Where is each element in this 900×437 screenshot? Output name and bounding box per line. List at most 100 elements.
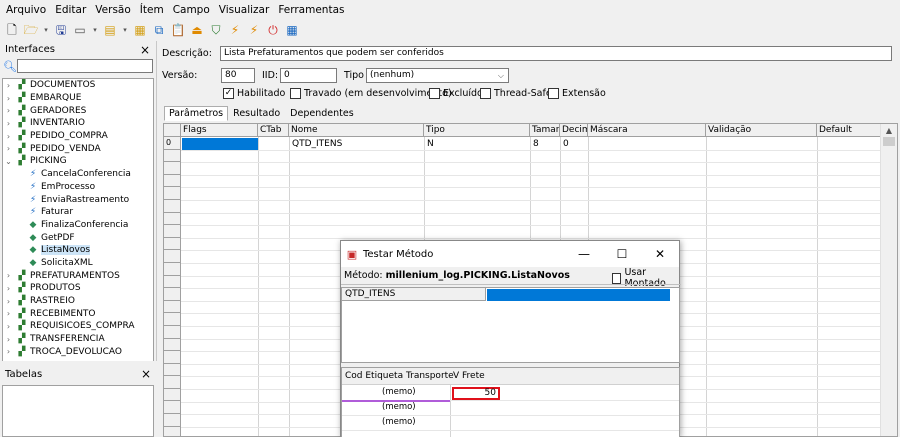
col-v-frete[interactable]: V Frete — [453, 371, 485, 381]
row-header[interactable] — [164, 351, 180, 364]
chevron-right-icon[interactable]: › — [3, 271, 14, 280]
tree-item[interactable]: › ▞ PRODUTOS — [3, 282, 153, 295]
thread-safe-checkbox[interactable]: Thread-Safe — [480, 88, 552, 99]
menu-campo[interactable]: Campo — [173, 4, 210, 16]
row-header[interactable] — [164, 326, 180, 339]
screen-icon[interactable]: ▭ — [72, 22, 88, 38]
open-item2-icon[interactable]: ▦ — [132, 22, 148, 38]
tree-item[interactable]: ◆ ListaNovos — [3, 244, 153, 257]
open-item-icon[interactable]: ▤ — [102, 22, 118, 38]
dropdown-icon[interactable]: ▾ — [42, 22, 50, 38]
tree-item[interactable]: › ▞ RASTREIO — [3, 295, 153, 308]
row-header[interactable] — [164, 263, 180, 276]
col-tipo[interactable]: Tipo — [424, 124, 530, 137]
col-decimal[interactable]: Decima — [560, 124, 588, 137]
row-header[interactable] — [164, 150, 180, 163]
row-header[interactable] — [164, 339, 180, 352]
row-header[interactable] — [164, 288, 180, 301]
row-header[interactable] — [164, 200, 180, 213]
tree-item[interactable]: › ▞ PEDIDO_VENDA — [3, 142, 153, 155]
search-icon[interactable]: 🔍︎ — [3, 59, 17, 73]
row-header[interactable] — [164, 414, 180, 427]
row-header[interactable] — [164, 238, 180, 251]
test2-icon[interactable]: ⚡ — [246, 22, 262, 38]
scroll-up-icon[interactable]: ▲ — [881, 124, 897, 137]
chevron-right-icon[interactable]: › — [3, 335, 14, 344]
tab-parametros[interactable]: Parâmetros — [164, 106, 229, 121]
cell-tamanho[interactable]: 8 — [531, 138, 539, 150]
tree-item[interactable]: ⌄ ▞ PICKING — [3, 155, 153, 168]
row-header[interactable] — [164, 175, 180, 188]
dialog-param-grid[interactable]: QTD_ITENS — [341, 287, 680, 363]
col-nome[interactable]: Nome — [289, 124, 424, 137]
col-ctab[interactable]: CTab — [258, 124, 289, 137]
cell-decimal[interactable]: 0 — [561, 138, 569, 150]
cell-cod-etiqueta[interactable]: (memo) — [382, 400, 416, 415]
cell-flags[interactable] — [182, 138, 258, 150]
menu-ferramentas[interactable]: Ferramentas — [278, 4, 344, 16]
stop-icon[interactable]: ⏻ — [265, 22, 281, 38]
row-header[interactable] — [164, 213, 180, 226]
chevron-right-icon[interactable]: › — [3, 322, 14, 331]
tree-item[interactable]: ⚡ EmProcesso — [3, 181, 153, 194]
menu-visualizar[interactable]: Visualizar — [219, 4, 270, 16]
test-icon[interactable]: ⚡ — [227, 22, 243, 38]
tree-item[interactable]: › ▞ DOCUMENTOS — [3, 79, 153, 92]
row-header[interactable] — [164, 225, 180, 238]
cell-cod-etiqueta[interactable]: (memo) — [382, 385, 416, 400]
interfaces-search-input[interactable] — [17, 59, 153, 73]
maximize-icon[interactable]: ☐ — [603, 241, 641, 267]
paste-icon[interactable]: 📋 — [170, 22, 186, 38]
dialog-result-grid[interactable]: Cod Etiqueta Transporte V Frete (memo) 5… — [341, 367, 680, 437]
row-header[interactable] — [164, 301, 180, 314]
chevron-right-icon[interactable]: › — [3, 94, 14, 103]
close-icon[interactable]: × — [140, 43, 150, 57]
menu-editar[interactable]: Editar — [55, 4, 86, 16]
close-icon[interactable]: × — [141, 367, 151, 381]
cell-v-frete-editing[interactable]: 50 — [452, 387, 500, 400]
dialog-titlebar[interactable]: ▣ Testar Método — ☐ ✕ — [341, 241, 679, 267]
chevron-right-icon[interactable]: › — [3, 106, 14, 115]
tab-dependentes[interactable]: Dependentes — [285, 106, 358, 121]
chevron-right-icon[interactable]: › — [3, 119, 14, 128]
row-header[interactable] — [164, 376, 180, 389]
new-file-icon[interactable]: 🗋 — [4, 22, 20, 38]
extensao-checkbox[interactable]: Extensão — [548, 88, 606, 99]
calculator-icon[interactable]: ▦ — [284, 22, 300, 38]
cell-nome[interactable]: QTD_ITENS — [290, 138, 342, 150]
row-header[interactable] — [164, 250, 180, 263]
usar-montado-checkbox[interactable]: Usar Montado — [612, 267, 679, 289]
tree-item[interactable]: › ▞ INVENTARIO — [3, 117, 153, 130]
tree-item[interactable]: › ▞ GERADORES — [3, 104, 153, 117]
tabelas-list[interactable] — [2, 385, 154, 437]
copy-icon[interactable]: ⧉ — [151, 22, 167, 38]
tree-item[interactable]: › ▞ TRANSFERENCIA — [3, 333, 153, 346]
tree-item[interactable]: › ▞ TROCA_DEVOLUCAO — [3, 345, 153, 358]
tree-item[interactable]: ⚡ CancelaConferencia — [3, 168, 153, 181]
col-mascara[interactable]: Máscara — [588, 124, 706, 137]
tree-item[interactable]: › ▞ EMBARQUE — [3, 92, 153, 105]
param-value-field[interactable] — [487, 289, 670, 301]
chevron-right-icon[interactable]: › — [3, 309, 14, 318]
col-default[interactable]: Default — [817, 124, 882, 137]
tree-item[interactable]: ⚡ EnviaRastreamento — [3, 193, 153, 206]
chevron-right-icon[interactable]: › — [3, 284, 14, 293]
habilitado-checkbox[interactable]: ✓ Habilitado — [223, 88, 285, 99]
row-header[interactable]: 0 — [164, 137, 180, 150]
tipo-select[interactable]: (nenhum) ⌵ — [366, 68, 509, 83]
menu-versao[interactable]: Versão — [95, 4, 130, 16]
scroll-thumb[interactable] — [883, 137, 895, 146]
tree-item[interactable]: ◆ SolicitaXML — [3, 257, 153, 270]
row-header[interactable] — [164, 187, 180, 200]
tree-item[interactable]: › ▞ RECEBIMENTO — [3, 307, 153, 320]
dropdown-icon[interactable]: ▾ — [91, 22, 99, 38]
chevron-right-icon[interactable]: › — [3, 132, 14, 141]
save-icon[interactable]: 🖫 — [53, 22, 69, 38]
tree-item[interactable]: ◆ GetPDF — [3, 231, 153, 244]
minimize-icon[interactable]: — — [565, 241, 603, 267]
chevron-down-icon[interactable]: ⌄ — [3, 157, 14, 166]
row-header[interactable] — [164, 313, 180, 326]
descricao-field[interactable]: Lista Prefaturamentos que podem ser conf… — [220, 46, 892, 61]
travado-checkbox[interactable]: Travado (em desenvolvimento) — [290, 88, 452, 99]
row-header[interactable] — [164, 364, 180, 377]
